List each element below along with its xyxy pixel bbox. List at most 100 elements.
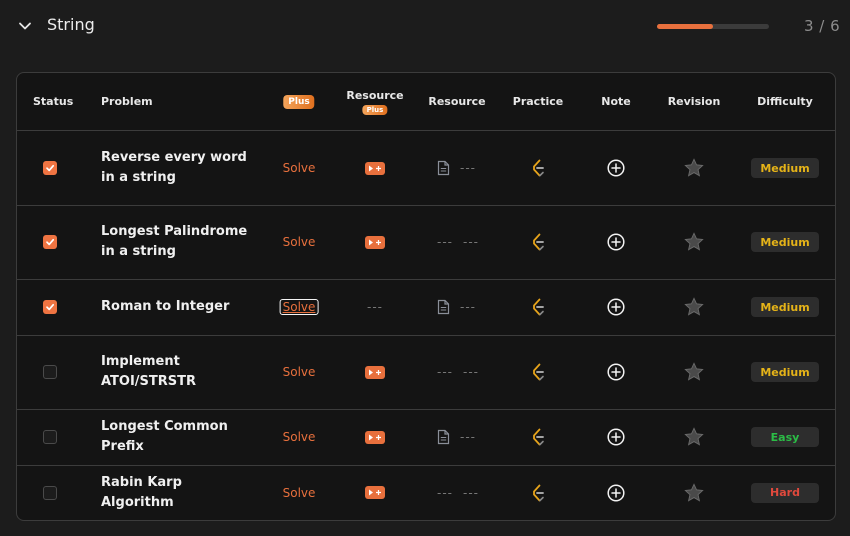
- solve-link[interactable]: Solve: [283, 430, 316, 444]
- solve-link[interactable]: Solve: [283, 161, 316, 175]
- header-practice: Practice: [512, 95, 564, 108]
- plus-cell: Solve: [283, 205, 316, 279]
- progress-bar: [657, 24, 769, 29]
- star-icon[interactable]: [683, 482, 705, 504]
- check-icon: [46, 303, 55, 311]
- status-checkbox[interactable]: [43, 235, 57, 249]
- header-revision: Revision: [667, 95, 721, 108]
- add-note-icon[interactable]: [607, 298, 625, 316]
- status-cell: [43, 279, 57, 335]
- difficulty-cell: Easy: [751, 409, 819, 465]
- problem-cell: Rabin Karp Algorithm: [101, 465, 251, 520]
- status-cell: [43, 465, 57, 520]
- empty-dash: ---: [367, 300, 383, 314]
- practice-brand-icon[interactable]: [530, 428, 546, 446]
- practice-cell: [530, 409, 546, 465]
- video-play-icon[interactable]: [365, 486, 385, 499]
- practice-cell: [530, 131, 546, 205]
- practice-brand-icon[interactable]: [530, 298, 546, 316]
- status-checkbox[interactable]: [43, 430, 57, 444]
- resource-cell: --- ---: [437, 465, 479, 520]
- video-play-icon[interactable]: [365, 430, 385, 444]
- problem-cell: Implement ATOI/STRSTR: [101, 335, 251, 409]
- chevron-down-icon[interactable]: [18, 19, 32, 33]
- section-header[interactable]: String 3 / 6: [0, 0, 850, 54]
- check-icon: [46, 238, 55, 246]
- video-play-icon[interactable]: [365, 235, 385, 249]
- document-icon: [437, 299, 450, 315]
- star-icon[interactable]: [683, 361, 705, 383]
- problem-title[interactable]: Roman to Integer: [101, 297, 251, 317]
- resource-cell: --- ---: [437, 335, 479, 409]
- document-link[interactable]: [437, 160, 450, 176]
- resource-plus-cell: [365, 335, 385, 409]
- difficulty-badge: Easy: [751, 427, 819, 447]
- status-checkbox[interactable]: [43, 161, 57, 175]
- add-note-icon[interactable]: [607, 483, 625, 502]
- add-note-icon[interactable]: [607, 233, 625, 251]
- star-icon[interactable]: [683, 157, 705, 179]
- practice-brand-icon[interactable]: [530, 484, 546, 502]
- star-icon[interactable]: [683, 426, 705, 448]
- resource-cell: ---: [437, 279, 476, 335]
- document-link[interactable]: [437, 429, 450, 445]
- problem-title[interactable]: Longest Palindrome in a string: [101, 222, 251, 262]
- table-row: Longest Common Prefix Solve --- Easy: [17, 409, 835, 466]
- resource-plus-cell: ---: [367, 279, 383, 335]
- practice-brand-icon[interactable]: [530, 233, 546, 251]
- header-status: Status: [33, 95, 74, 108]
- difficulty-badge: Medium: [751, 158, 819, 178]
- status-checkbox[interactable]: [43, 300, 57, 314]
- solve-link[interactable]: Solve: [279, 299, 319, 315]
- status-checkbox[interactable]: [43, 365, 57, 379]
- problem-cell: Longest Palindrome in a string: [101, 205, 251, 279]
- practice-cell: [530, 465, 546, 520]
- header-plus: Plus: [283, 73, 315, 130]
- header-resource-plus: Resource Plus: [346, 73, 404, 130]
- problem-cell: Longest Common Prefix: [101, 409, 251, 465]
- practice-brand-icon[interactable]: [530, 159, 546, 177]
- difficulty-cell: Medium: [751, 279, 819, 335]
- problem-title[interactable]: Longest Common Prefix: [101, 417, 251, 457]
- resource-cell: ---: [437, 409, 476, 465]
- header-resource: Resource: [428, 95, 486, 108]
- difficulty-badge: Medium: [751, 362, 819, 382]
- problem-title[interactable]: Reverse every word in a string: [101, 148, 251, 188]
- play-icon: [369, 489, 381, 496]
- problem-title[interactable]: Rabin Karp Algorithm: [101, 473, 251, 513]
- problem-title[interactable]: Implement ATOI/STRSTR: [101, 352, 251, 392]
- video-play-icon[interactable]: [365, 161, 385, 175]
- add-note-icon[interactable]: [607, 363, 625, 381]
- note-cell: [607, 279, 625, 335]
- document-link[interactable]: [437, 299, 450, 315]
- status-checkbox[interactable]: [43, 485, 57, 500]
- empty-dash: ---: [460, 430, 476, 444]
- table-row: Rabin Karp Algorithm Solve --- --- Hard: [17, 465, 835, 520]
- empty-dash: ---: [463, 485, 479, 500]
- resource-plus-cell: [365, 409, 385, 465]
- note-cell: [607, 131, 625, 205]
- resource-cell: --- ---: [437, 205, 479, 279]
- note-cell: [607, 465, 625, 520]
- star-icon[interactable]: [683, 296, 705, 318]
- difficulty-cell: Medium: [751, 205, 819, 279]
- video-play-icon[interactable]: [365, 365, 385, 379]
- practice-brand-icon[interactable]: [530, 363, 546, 381]
- note-cell: [607, 205, 625, 279]
- solve-link[interactable]: Solve: [283, 486, 316, 500]
- check-icon: [46, 164, 55, 172]
- add-note-icon[interactable]: [607, 159, 625, 177]
- resource-plus-cell: [365, 131, 385, 205]
- header-note: Note: [601, 95, 631, 108]
- add-note-icon[interactable]: [607, 428, 625, 446]
- document-icon: [437, 429, 450, 445]
- resource-cell: ---: [437, 131, 476, 205]
- empty-dash: ---: [437, 365, 453, 379]
- solve-link[interactable]: Solve: [283, 365, 316, 379]
- play-icon: [369, 239, 381, 245]
- solve-link[interactable]: Solve: [283, 235, 316, 249]
- section-title: String: [47, 15, 95, 34]
- header-resource-plus-label: Resource: [346, 88, 404, 102]
- difficulty-cell: Medium: [751, 335, 819, 409]
- star-icon[interactable]: [683, 231, 705, 253]
